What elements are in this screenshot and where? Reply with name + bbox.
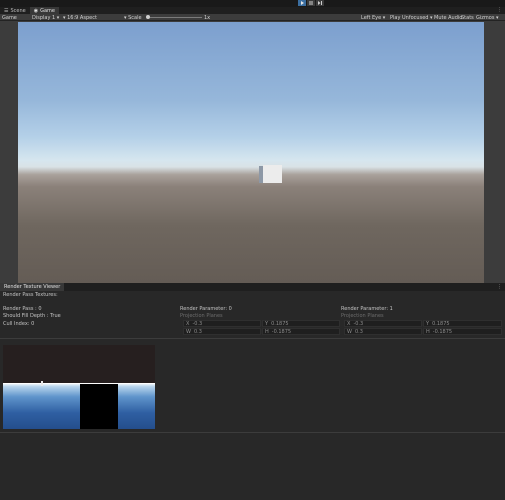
param-0-w-label: W bbox=[186, 328, 191, 335]
scale-label: ▾ Scale bbox=[124, 14, 142, 21]
cube-object bbox=[259, 165, 282, 183]
tab-scene[interactable]: ☰ Scene bbox=[0, 7, 30, 14]
param-1-x-value: -0.3 bbox=[353, 320, 364, 327]
param-0-x-value: -0.3 bbox=[192, 320, 203, 327]
play-mode-dropdown[interactable]: Play Unfocused ▾ bbox=[390, 14, 433, 21]
render-param-1-sub: Projection Planes bbox=[341, 313, 384, 319]
param-1-y-label: Y bbox=[426, 320, 430, 327]
main-toolbar bbox=[0, 0, 505, 7]
tab-game[interactable]: ◉ Game bbox=[29, 7, 59, 14]
cube-front bbox=[263, 165, 282, 183]
eye-dropdown[interactable]: Left Eye ▾ bbox=[361, 14, 385, 21]
render-pass-label: Render Pass : 0 bbox=[3, 306, 42, 312]
render-param-0-sub: Projection Planes bbox=[180, 313, 223, 319]
param-0-y-value: 0.1875 bbox=[271, 320, 289, 327]
param-1-x-label: X bbox=[347, 320, 351, 327]
game-toolbar: Game Display 1 ▾ ▾ 16:9 Aspect ▾ Scale 1… bbox=[0, 14, 505, 21]
param-0-x-field[interactable]: X -0.3 bbox=[183, 320, 261, 327]
mute-audio-toggle[interactable]: Mute Audio bbox=[434, 14, 462, 21]
divider-bottom bbox=[0, 432, 505, 433]
scale-value: 1x bbox=[204, 14, 211, 21]
viewer-tab-bar: Render Texture Viewer ⋮ bbox=[0, 283, 505, 291]
param-0-w-field[interactable]: W 0.3 bbox=[183, 328, 261, 335]
step-button[interactable] bbox=[316, 0, 324, 6]
play-controls bbox=[298, 0, 324, 6]
scene-icon: ☰ bbox=[4, 7, 9, 14]
play-icon bbox=[301, 1, 304, 5]
gizmos-dropdown[interactable]: Gizmos ▾ bbox=[476, 14, 499, 21]
viewer-menu-icon[interactable]: ⋮ bbox=[497, 284, 502, 290]
render-param-1-title: Render Parameter: 1 bbox=[341, 306, 393, 312]
game-icon: ◉ bbox=[33, 7, 39, 14]
tab-game-label: Game bbox=[40, 7, 55, 14]
param-1-y-value: 0.1875 bbox=[432, 320, 450, 327]
param-1-h-label: H bbox=[426, 328, 430, 335]
param-0-h-value: -0.1875 bbox=[271, 328, 292, 335]
viewer-tab-label: Render Texture Viewer bbox=[4, 284, 61, 290]
step-icon bbox=[318, 1, 322, 5]
param-0-h-field[interactable]: H -0.1875 bbox=[262, 328, 340, 335]
param-1-h-value: -0.1875 bbox=[432, 328, 453, 335]
aspect-dropdown[interactable]: ▾ 16:9 Aspect bbox=[63, 14, 97, 21]
param-1-h-field[interactable]: H -0.1875 bbox=[423, 328, 502, 335]
param-0-y-field[interactable]: Y 0.1875 bbox=[262, 320, 340, 327]
param-1-w-value: 0.3 bbox=[354, 328, 363, 335]
param-0-h-label: H bbox=[265, 328, 269, 335]
scale-slider[interactable] bbox=[150, 17, 202, 18]
tab-menu-icon[interactable]: ⋮ bbox=[497, 7, 502, 13]
view-tab-bar: ☰ Scene ◉ Game ⋮ bbox=[0, 7, 505, 14]
param-0-y-label: Y bbox=[265, 320, 269, 327]
tab-render-texture-viewer[interactable]: Render Texture Viewer bbox=[0, 283, 65, 291]
play-button[interactable] bbox=[298, 0, 306, 6]
param-1-w-label: W bbox=[347, 328, 352, 335]
param-0-x-label: X bbox=[186, 320, 190, 327]
section-title: Render Pass Textures: bbox=[3, 292, 58, 298]
game-view bbox=[0, 21, 505, 283]
cull-index-label: Cull Index: 0 bbox=[3, 321, 35, 327]
param-1-w-field[interactable]: W 0.3 bbox=[344, 328, 422, 335]
thumb-sky bbox=[3, 345, 79, 383]
fill-depth-label: Should Fill Depth : True bbox=[3, 313, 61, 319]
tab-scene-label: Scene bbox=[10, 7, 26, 14]
scale-slider-handle[interactable] bbox=[146, 15, 150, 19]
render-param-0-title: Render Parameter: 0 bbox=[180, 306, 232, 312]
render-texture-thumbnail[interactable] bbox=[3, 345, 79, 429]
thumb-marker bbox=[41, 381, 43, 387]
divider-top bbox=[0, 338, 505, 339]
thumb-sky bbox=[79, 345, 155, 383]
param-1-y-field[interactable]: Y 0.1875 bbox=[423, 320, 502, 327]
pause-icon bbox=[309, 1, 313, 5]
thumb-depth-region bbox=[80, 384, 118, 429]
param-1-x-field[interactable]: X -0.3 bbox=[344, 320, 422, 327]
thumb-horizon bbox=[3, 382, 79, 429]
pause-button[interactable] bbox=[307, 0, 315, 6]
stats-toggle[interactable]: Stats bbox=[461, 14, 474, 21]
display-dropdown[interactable]: Display 1 ▾ bbox=[32, 14, 59, 21]
param-0-w-value: 0.3 bbox=[193, 328, 202, 335]
render-texture-viewer: Render Pass Textures: Render Pass : 0 Sh… bbox=[0, 291, 505, 500]
game-render[interactable] bbox=[18, 22, 484, 283]
game-mode-dropdown[interactable]: Game bbox=[2, 14, 17, 21]
depth-texture-thumbnail[interactable] bbox=[79, 345, 155, 429]
